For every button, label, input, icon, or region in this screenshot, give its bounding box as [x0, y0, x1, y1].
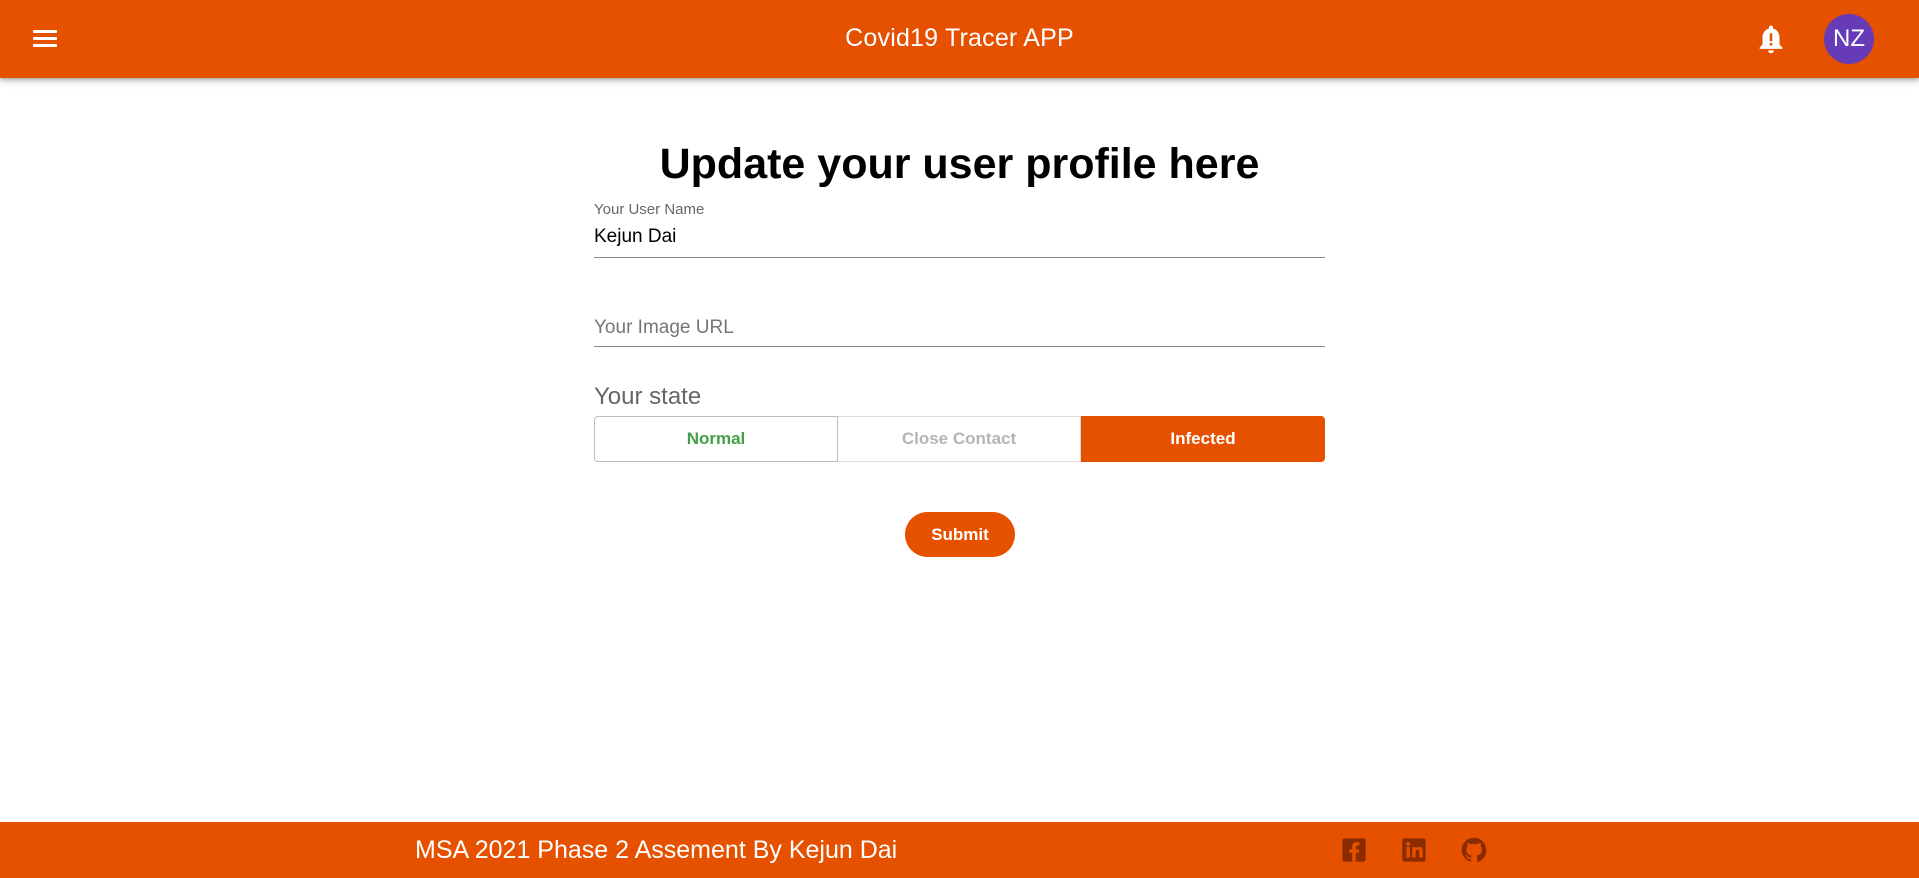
state-infected-button[interactable]: Infected	[1081, 416, 1325, 462]
state-normal-button[interactable]: Normal	[594, 416, 838, 462]
image-url-field[interactable]	[594, 315, 1325, 341]
username-field[interactable]	[594, 224, 1325, 250]
avatar[interactable]: NZ	[1824, 14, 1874, 64]
username-underline	[594, 257, 1325, 258]
github-icon[interactable]	[1460, 836, 1488, 864]
submit-button[interactable]: Submit	[905, 512, 1015, 557]
state-toggle-group: Normal Close Contact Infected	[594, 416, 1325, 462]
footer-credit: MSA 2021 Phase 2 Assement By Kejun Dai	[415, 836, 898, 864]
app-title: Covid19 Tracer APP	[845, 24, 1074, 52]
username-label: Your User Name	[594, 201, 705, 218]
bell-alert-icon[interactable]	[1754, 22, 1788, 56]
page-title: Update your user profile here	[659, 140, 1260, 188]
footer: MSA 2021 Phase 2 Assement By Kejun Dai	[0, 822, 1919, 878]
app-bar: Covid19 Tracer APP NZ	[0, 0, 1919, 78]
facebook-icon[interactable]	[1340, 836, 1368, 864]
state-label: Your state	[594, 383, 702, 410]
image-url-underline	[594, 346, 1325, 347]
linkedin-icon[interactable]	[1400, 836, 1428, 864]
state-close-contact-button[interactable]: Close Contact	[838, 416, 1081, 462]
